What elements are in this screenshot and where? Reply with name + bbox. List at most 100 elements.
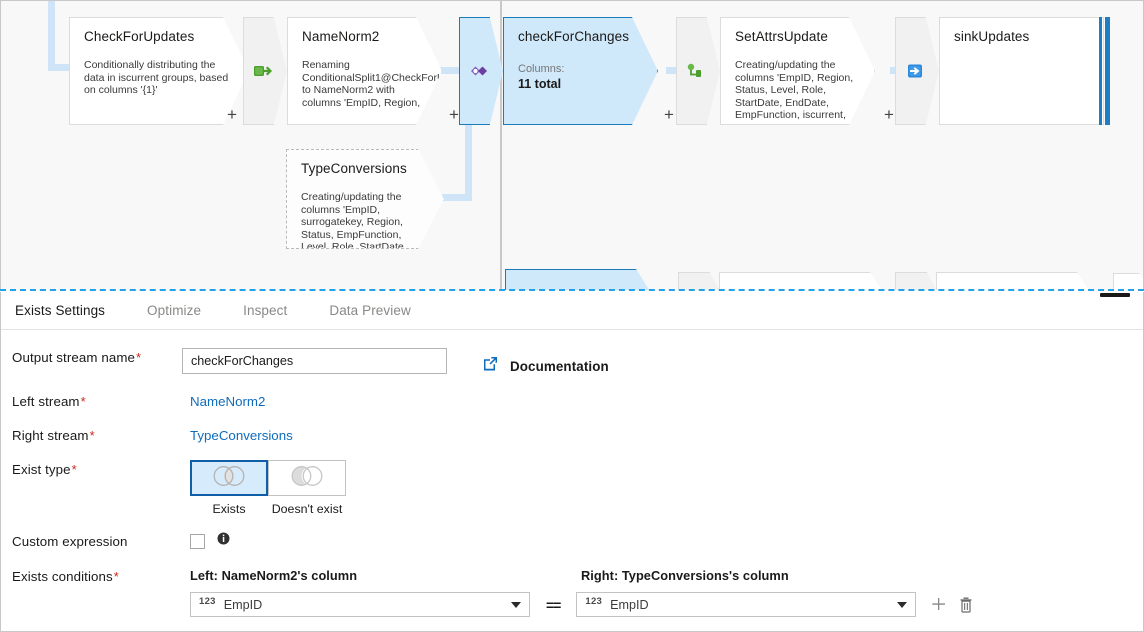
sink-icon bbox=[904, 60, 926, 82]
node-icon-box bbox=[243, 17, 287, 125]
tab-exists-settings[interactable]: Exists Settings bbox=[15, 292, 105, 329]
external-link-icon bbox=[482, 355, 499, 377]
node-description: Conditionally distributing the data in i… bbox=[84, 59, 229, 97]
add-node-button[interactable]: + bbox=[449, 106, 459, 123]
label-exists-conditions: Exists conditions* bbox=[12, 567, 182, 587]
node-name-norm2[interactable]: NameNorm2 Renaming ConditionalSplit1@Che… bbox=[243, 17, 442, 125]
node-card[interactable]: NameNorm2 Renaming ConditionalSplit1@Che… bbox=[287, 17, 442, 125]
clipped-node[interactable] bbox=[719, 272, 884, 290]
venn-doesnt-exist-icon bbox=[284, 464, 330, 493]
connector-line bbox=[48, 1, 55, 71]
venn-exists-icon bbox=[206, 464, 252, 493]
label-text: Right stream bbox=[12, 428, 89, 443]
node-icon-box bbox=[895, 17, 939, 125]
row-exist-type: Exist type* Exists Doesn't exist bbox=[1, 460, 1143, 517]
node-type-conversions[interactable]: TypeConversions Creating/updating the co… bbox=[286, 149, 444, 249]
label-custom-expression: Custom expression bbox=[12, 532, 182, 552]
clipped-node-icon-box bbox=[678, 272, 722, 290]
chevron-down-icon bbox=[511, 601, 521, 608]
field-custom-expression bbox=[182, 532, 1143, 550]
required-marker: * bbox=[136, 350, 142, 365]
node-card[interactable]: checkForChanges Columns: 11 total bbox=[503, 17, 658, 125]
node-card[interactable]: SetAttrsUpdate Creating/updating the col… bbox=[720, 17, 875, 125]
tab-optimize[interactable]: Optimize bbox=[147, 292, 201, 329]
clipped-node[interactable] bbox=[505, 269, 650, 290]
node-set-attrs-update[interactable]: SetAttrsUpdate Creating/updating the col… bbox=[676, 17, 875, 125]
field-exists-conditions: Left: NameNorm2's column Right: TypeConv… bbox=[182, 567, 1143, 617]
label-right-stream: Right stream* bbox=[12, 426, 182, 446]
splitter-drag-handle[interactable] bbox=[1100, 293, 1130, 297]
info-icon[interactable] bbox=[217, 532, 230, 550]
node-icon-box bbox=[676, 17, 720, 125]
right-column-header: Right: TypeConversions's column bbox=[581, 568, 789, 583]
rename-icon bbox=[252, 60, 274, 82]
exist-type-option-doesnt-exist[interactable]: Doesn't exist bbox=[268, 460, 346, 517]
option-box bbox=[190, 460, 268, 496]
add-node-button[interactable]: + bbox=[884, 106, 894, 123]
add-node-button[interactable]: + bbox=[227, 106, 237, 123]
label-text: Exist type bbox=[12, 462, 71, 477]
required-marker: * bbox=[113, 569, 119, 584]
clipped-node[interactable] bbox=[1113, 273, 1144, 290]
exist-type-option-exists[interactable]: Exists bbox=[190, 460, 268, 517]
data-flow-canvas[interactable]: CheckForUpdates Conditionally distributi… bbox=[0, 0, 1144, 290]
label-output-stream-name: Output stream name* bbox=[12, 348, 182, 368]
node-title: SetAttrsUpdate bbox=[735, 29, 828, 44]
label-text: Exists conditions bbox=[12, 569, 113, 584]
label-left-stream: Left stream* bbox=[12, 392, 182, 412]
left-column-header: Left: NameNorm2's column bbox=[190, 568, 358, 583]
option-box bbox=[268, 460, 346, 496]
node-title: checkForChanges bbox=[518, 29, 630, 44]
output-stream-name-input[interactable] bbox=[182, 348, 447, 374]
add-node-button[interactable]: + bbox=[664, 106, 674, 123]
node-sink-updates[interactable]: sinkUpdates bbox=[895, 17, 1104, 125]
splitter-dashed-line bbox=[0, 289, 1144, 291]
left-column-value: EmpID bbox=[223, 597, 263, 612]
node-check-for-updates[interactable]: CheckForUpdates Conditionally distributi… bbox=[69, 17, 249, 125]
left-stream-link[interactable]: NameNorm2 bbox=[190, 394, 265, 409]
panel-resize-splitter[interactable] bbox=[0, 289, 1144, 297]
label-exist-type: Exist type* bbox=[12, 460, 182, 480]
condition-row: 123 EmpID == 123 EmpID bbox=[190, 592, 1143, 617]
documentation-label: Documentation bbox=[510, 358, 609, 374]
chevron-down-icon bbox=[897, 601, 908, 608]
tab-data-preview[interactable]: Data Preview bbox=[329, 292, 410, 329]
node-card[interactable]: CheckForUpdates Conditionally distributi… bbox=[69, 17, 249, 125]
node-columns-value: 11 total bbox=[518, 77, 562, 91]
node-card[interactable]: sinkUpdates bbox=[939, 17, 1104, 125]
required-marker: * bbox=[80, 394, 86, 409]
clipped-node[interactable] bbox=[936, 272, 1091, 290]
node-title: sinkUpdates bbox=[954, 29, 1030, 44]
derived-column-icon bbox=[685, 60, 707, 82]
add-condition-button[interactable] bbox=[930, 596, 947, 613]
condition-operator: == bbox=[546, 596, 561, 613]
row-right-stream: Right stream* TypeConversions bbox=[1, 426, 1143, 446]
delete-condition-button[interactable] bbox=[958, 596, 974, 613]
right-stream-link[interactable]: TypeConversions bbox=[190, 428, 293, 443]
tab-inspect[interactable]: Inspect bbox=[243, 292, 287, 329]
required-marker: * bbox=[71, 462, 77, 477]
field-exist-type: Exists Doesn't exist bbox=[182, 460, 1143, 517]
node-columns-label: Columns: bbox=[518, 63, 565, 75]
field-right-stream: TypeConversions bbox=[182, 426, 1143, 446]
left-column-select[interactable]: 123 EmpID bbox=[190, 592, 530, 617]
right-column-select[interactable]: 123 EmpID bbox=[576, 592, 917, 617]
node-check-for-changes[interactable]: checkForChanges Columns: 11 total bbox=[459, 17, 658, 125]
canvas-right-rail-thin bbox=[1105, 17, 1110, 125]
option-label: Exists bbox=[212, 502, 246, 516]
documentation-link[interactable]: Documentation bbox=[482, 355, 609, 377]
label-text: Output stream name bbox=[12, 350, 136, 365]
numeric-type-badge: 123 bbox=[199, 596, 216, 607]
node-title: NameNorm2 bbox=[302, 29, 380, 44]
field-output-stream-name bbox=[182, 348, 1143, 374]
right-column-value: EmpID bbox=[610, 597, 649, 612]
label-text: Custom expression bbox=[12, 534, 128, 549]
numeric-type-badge: 123 bbox=[585, 596, 603, 607]
custom-expression-checkbox[interactable] bbox=[190, 533, 205, 549]
node-icon-box bbox=[459, 17, 503, 125]
node-title: TypeConversions bbox=[301, 161, 407, 176]
field-left-stream: NameNorm2 bbox=[182, 392, 1143, 412]
node-description: Creating/updating the columns 'EmpID, Re… bbox=[735, 59, 854, 122]
node-card[interactable]: TypeConversions Creating/updating the co… bbox=[286, 149, 444, 249]
node-title: CheckForUpdates bbox=[84, 29, 195, 44]
